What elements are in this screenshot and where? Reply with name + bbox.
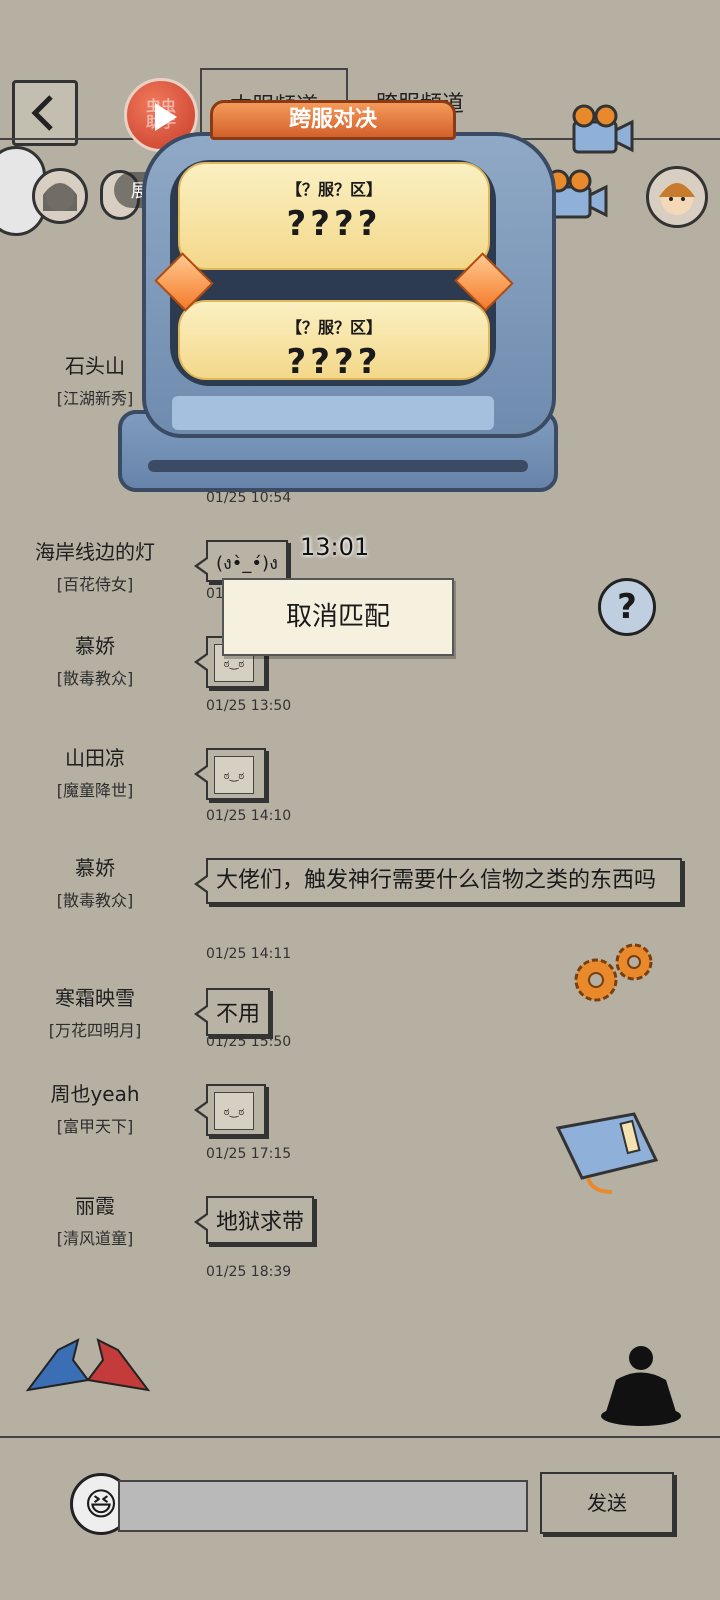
avatar-girl[interactable] (646, 166, 708, 228)
message-bubble[interactable]: (ง•̀_•́)ง (194, 540, 288, 582)
sender-name: 周也yeah (50, 1082, 140, 1106)
chat-sender[interactable]: 周也yeah [富甲天下] (0, 1078, 190, 1137)
play-icon (155, 103, 177, 131)
gears-icon[interactable] (566, 938, 666, 1008)
chat-input[interactable] (118, 1480, 528, 1532)
opponent-server: 【？服？区】 (285, 318, 382, 337)
book-icon[interactable] (552, 1108, 662, 1198)
chat-sender[interactable]: 山田凉 [魔童降世] (0, 742, 190, 801)
chat-sender[interactable]: 丽霞 [清风道童] (0, 1190, 190, 1249)
message-time: 01/25 14:10 (206, 808, 292, 824)
sender-title: [富甲天下] (56, 1117, 134, 1136)
help-button[interactable]: ? (598, 578, 656, 636)
user-avatar-icon (43, 183, 77, 211)
bottom-divider (0, 1436, 720, 1438)
sticker-bubble[interactable]: ಠ‿ಠ (194, 748, 266, 800)
match-timer: 13:01 (300, 533, 370, 561)
sender-title: [清风道童] (56, 1229, 134, 1248)
sender-name: 山田凉 (65, 746, 125, 770)
sender-title: [魔童降世] (56, 781, 134, 800)
message-text: 不用 (216, 1002, 261, 1027)
message-bubble[interactable]: 不用 (193, 988, 271, 1036)
chat-sender[interactable]: 海岸线边的灯 [百花侍女] (0, 536, 190, 595)
message-text: (ง•̀_•́)ง (216, 553, 278, 574)
avatar-user[interactable] (32, 168, 88, 224)
meditating-figure-icon[interactable] (596, 1340, 686, 1430)
message-time: 01/25 18:39 (206, 1264, 292, 1280)
send-button[interactable]: 发送 (540, 1472, 674, 1534)
laughing-face-icon: 😆 (84, 1485, 118, 1523)
sender-title: [散毒教众] (56, 891, 134, 910)
back-arrow-icon (31, 95, 53, 131)
opponent-slot-2: 【？服？区】 ???? (178, 300, 490, 380)
sender-name: 丽霞 (75, 1194, 115, 1218)
pvp-fighters-icon[interactable] (18, 1330, 158, 1400)
opponent-name: ???? (286, 204, 382, 244)
message-time: 01/25 10:54 (206, 490, 292, 506)
message-time: 01/25 13:50 (206, 698, 292, 714)
sticker-bubble[interactable]: ಠ‿ಠ (194, 1084, 266, 1136)
sender-name: 慕娇 (75, 856, 115, 880)
message-text: 大佬们，触发神行需要什么信物之类的东西吗 (216, 868, 657, 893)
chat-sender[interactable]: 慕娇 [散毒教众] (0, 852, 190, 911)
opponent-slot-1: 【？服？区】 ???? (178, 162, 490, 270)
opponent-name: ???? (286, 342, 382, 380)
message-bubble[interactable]: 大佬们，触发神行需要什么信物之类的东西吗 (194, 858, 682, 904)
girl-avatar-icon (659, 183, 695, 215)
message-bubble[interactable]: 地狱求带 (193, 1196, 315, 1244)
message-time: 01/25 15:50 (206, 1034, 292, 1050)
sender-name: 海岸线边的灯 (35, 540, 155, 564)
sticker-face-icon: ಠ‿ಠ (214, 1092, 254, 1130)
sender-title: [万花四明月] (48, 1021, 142, 1040)
sender-name: 寒霜映雪 (55, 986, 135, 1010)
message-time: 01/25 14:11 (206, 946, 292, 962)
popup-title: 跨服对决 (210, 100, 456, 140)
chat-sender[interactable]: 寒霜映雪 [万花四明月] (0, 982, 190, 1041)
cancel-match-button[interactable]: 取消匹配 (222, 578, 454, 656)
sender-name: 慕娇 (75, 634, 115, 658)
back-button[interactable] (12, 80, 78, 146)
sticker-face-icon: ಠ‿ಠ (214, 756, 254, 794)
camera-icon[interactable] (566, 100, 636, 160)
screen-bottom-bar (172, 396, 494, 430)
sender-title: [百花侍女] (56, 575, 134, 594)
chat-sender[interactable]: 慕娇 [散毒教众] (0, 630, 190, 689)
message-time: 01/25 17:15 (206, 1146, 292, 1162)
match-machine-slot (148, 460, 528, 472)
message-text: 地狱求带 (216, 1210, 305, 1235)
sender-title: [散毒教众] (56, 669, 134, 688)
opponent-server: 【？服？区】 (285, 180, 382, 199)
help-icon: ? (617, 587, 637, 627)
